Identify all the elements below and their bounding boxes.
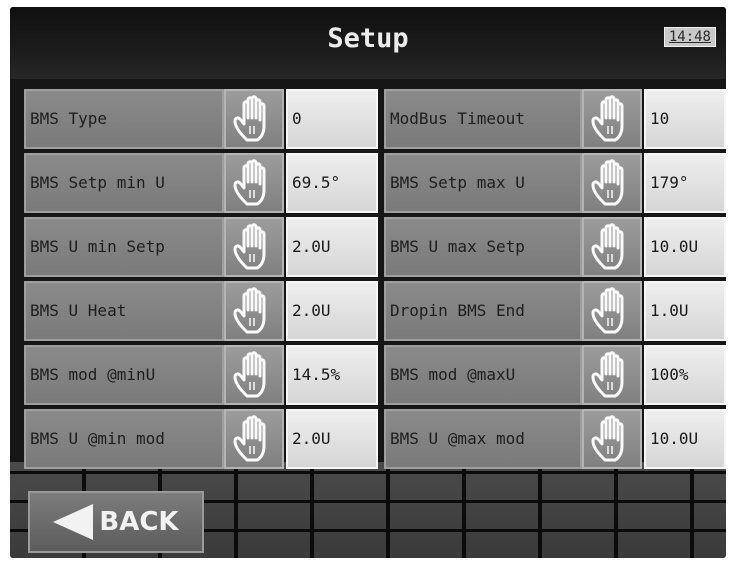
setting-value-field[interactable]: 14.5% — [286, 345, 378, 405]
setting-value-field[interactable]: 69.5° — [286, 153, 378, 213]
setting-label: BMS Setp max U — [384, 153, 582, 213]
setting-label: BMS U @max mod — [384, 409, 582, 469]
clock-display: 14:48 — [663, 27, 716, 47]
setting-value-field[interactable]: 10.0U — [644, 409, 726, 469]
setting-value-field[interactable]: 10.0U — [644, 217, 726, 277]
setting-label: BMS mod @minU — [24, 345, 224, 405]
setting-label: BMS mod @maxU — [384, 345, 582, 405]
setting-value-field[interactable]: 0 — [286, 89, 378, 149]
setting-value-field[interactable]: 2.0U — [286, 217, 378, 277]
title-bar: Setup 14:48 — [10, 7, 726, 79]
setting-label: BMS U min Setp — [24, 217, 224, 277]
setting-value-field[interactable]: 10 — [644, 89, 726, 149]
hand-icon[interactable] — [582, 217, 642, 277]
hand-icon[interactable] — [582, 281, 642, 341]
setting-value-field[interactable]: 2.0U — [286, 281, 378, 341]
hand-icon[interactable] — [224, 281, 284, 341]
hand-icon[interactable] — [582, 89, 642, 149]
back-button[interactable]: BACK — [28, 491, 204, 553]
setting-label: BMS Setp min U — [24, 153, 224, 213]
hand-icon[interactable] — [582, 345, 642, 405]
hmi-screen: Setup 14:48 BMS Type 0 BMS Setp min U 69.… — [10, 7, 726, 558]
arrow-left-icon — [53, 504, 94, 540]
back-label: BACK — [99, 507, 179, 537]
hand-icon[interactable] — [582, 153, 642, 213]
setting-label: BMS U Heat — [24, 281, 224, 341]
setting-value-field[interactable]: 179° — [644, 153, 726, 213]
setting-value-field[interactable]: 2.0U — [286, 409, 378, 469]
hand-icon[interactable] — [224, 153, 284, 213]
setting-label: BMS U @min mod — [24, 409, 224, 469]
hand-icon[interactable] — [582, 409, 642, 469]
hand-icon[interactable] — [224, 89, 284, 149]
hand-icon[interactable] — [224, 409, 284, 469]
setting-label: ModBus Timeout — [384, 89, 582, 149]
hand-icon[interactable] — [224, 217, 284, 277]
page-title: Setup — [327, 23, 409, 54]
setting-label: BMS U max Setp — [384, 217, 582, 277]
setting-value-field[interactable]: 100% — [644, 345, 726, 405]
setting-value-field[interactable]: 1.0U — [644, 281, 726, 341]
setting-label: BMS Type — [24, 89, 224, 149]
setting-label: Dropin BMS End — [384, 281, 582, 341]
hand-icon[interactable] — [224, 345, 284, 405]
